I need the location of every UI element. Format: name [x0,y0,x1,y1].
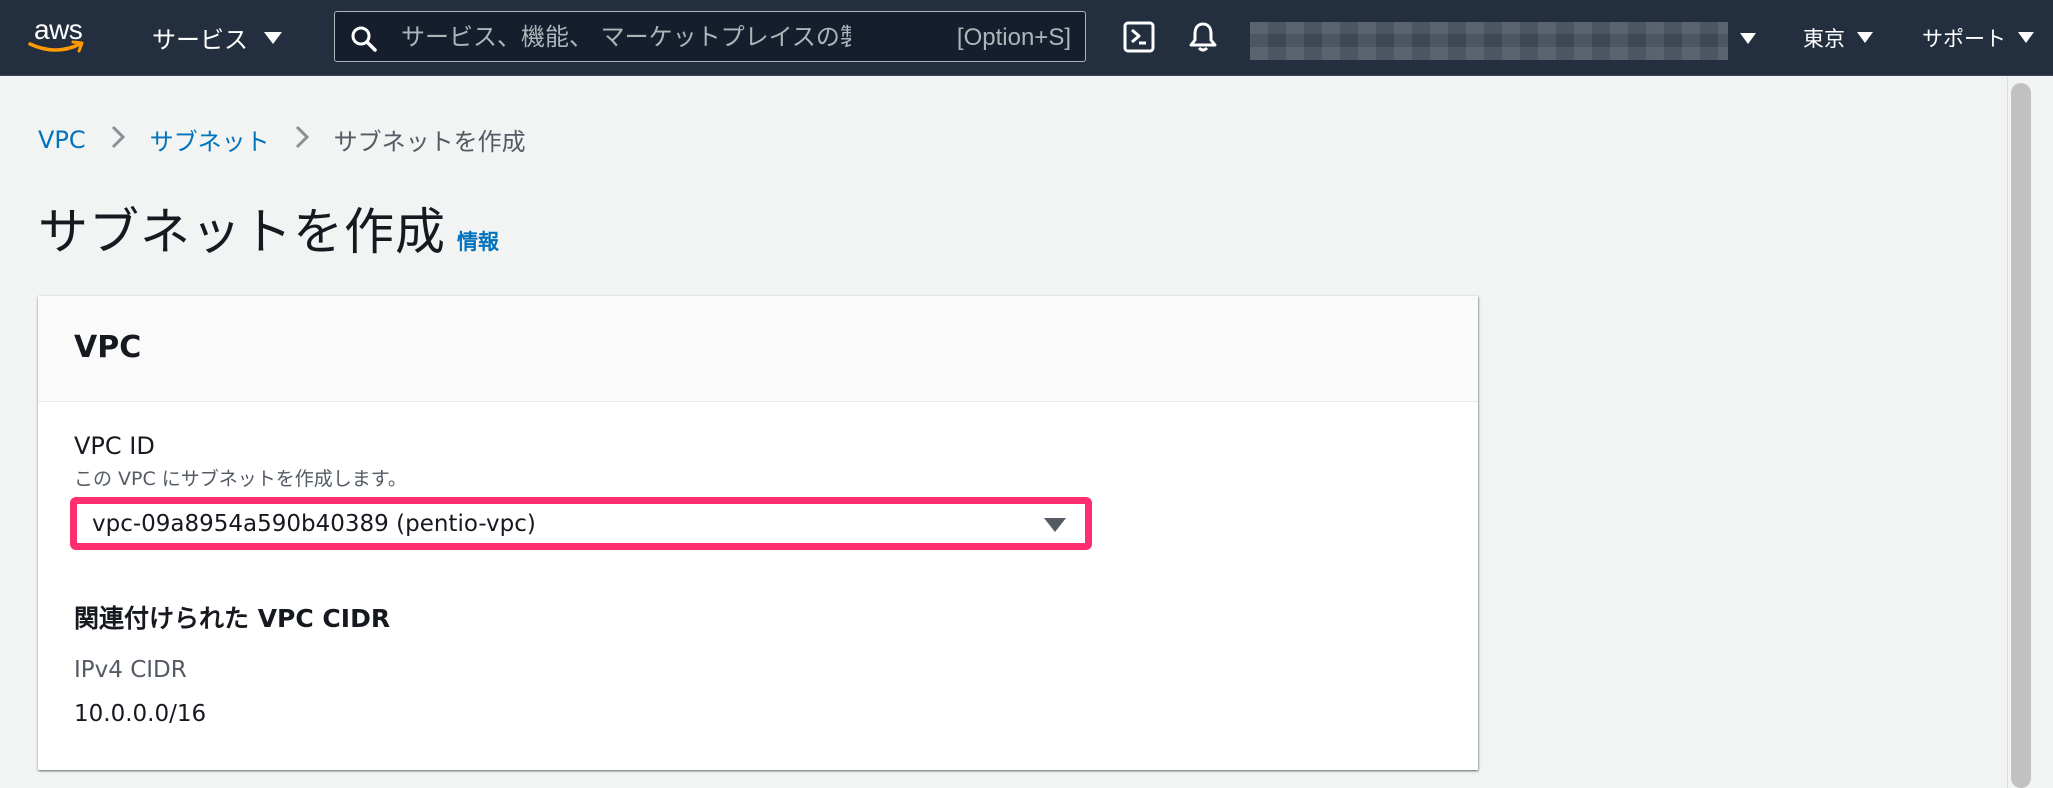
vpc-card: VPC VPC ID この VPC にサブネットを作成します。 vpc-09a8… [38,296,1478,770]
chevron-down-icon [2018,32,2034,43]
bell-icon[interactable] [1186,20,1222,56]
chevron-right-icon [110,124,126,156]
vpc-card-header: VPC [38,296,1478,402]
associated-cidr-title: 関連付けられた VPC CIDR [74,604,391,633]
cloudshell-icon[interactable] [1122,20,1158,56]
chevron-right-icon [294,124,310,156]
aws-logo[interactable]: aws [24,14,94,62]
page-title: サブネットを作成 [38,203,446,261]
caret-down-icon [1044,518,1066,532]
services-menu-label: サービス [152,26,248,54]
breadcrumb-subnets-link[interactable]: サブネット [150,122,270,157]
region-menu[interactable]: 東京 [1803,0,1873,75]
search-box[interactable]: [Option+S] [334,11,1086,62]
chevron-down-icon [264,31,282,44]
support-label: サポート [1922,26,2006,51]
ipv4-cidr-value: 10.0.0.0/16 [74,701,207,727]
chevron-down-icon [1857,32,1873,43]
support-menu[interactable]: サポート [1922,0,2034,75]
breadcrumb: VPC サブネット サブネットを作成 [38,122,526,157]
vpc-id-selected-value: vpc-09a8954a590b40389 (pentio-vpc) [92,510,536,537]
search-input[interactable] [401,12,851,61]
search-shortcut-hint: [Option+S] [956,24,1071,51]
scrollbar-thumb[interactable] [2011,83,2031,788]
info-link[interactable]: 情報 [457,226,499,256]
aws-smile-icon [28,40,84,53]
breadcrumb-vpc-link[interactable]: VPC [38,126,86,154]
account-menu-redacted[interactable] [1250,22,1728,60]
breadcrumb-current: サブネットを作成 [333,128,526,156]
search-icon [351,26,377,52]
ipv4-cidr-label: IPv4 CIDR [74,657,187,683]
vpc-id-description: この VPC にサブネットを作成します。 [74,468,407,490]
chevron-down-icon[interactable] [1740,33,1756,44]
services-menu[interactable]: サービス [152,0,282,75]
top-navigation-bar: aws サービス [Option+S] 東京 [0,0,2053,76]
vpc-id-select[interactable]: vpc-09a8954a590b40389 (pentio-vpc) [82,508,1082,539]
vpc-card-title: VPC [74,330,142,365]
region-label: 東京 [1803,26,1845,51]
vpc-id-label: VPC ID [74,432,155,460]
